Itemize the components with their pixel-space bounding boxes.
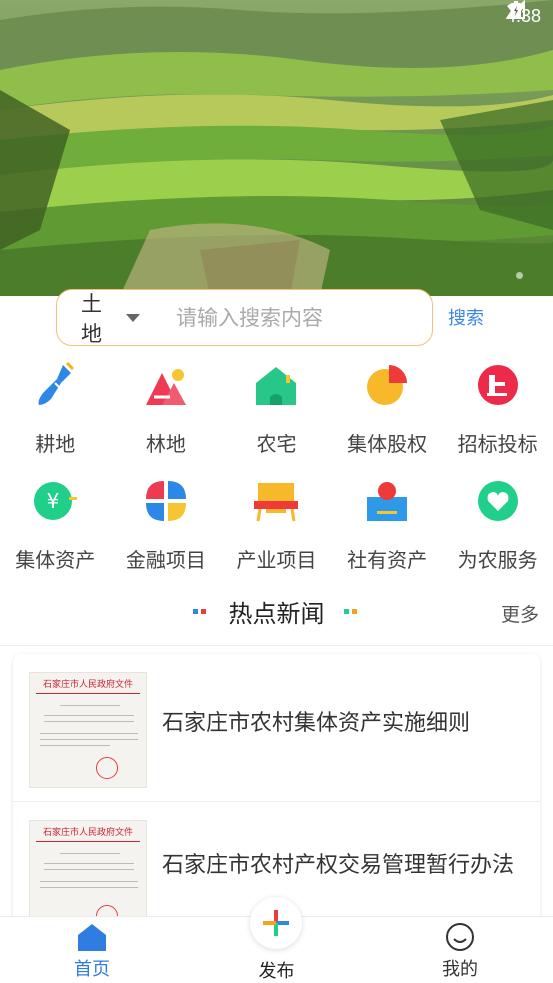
smiley-icon: [446, 923, 474, 951]
category-label: 招标投标: [457, 432, 538, 456]
category-finance[interactable]: 金融项目: [111, 473, 222, 589]
terraced-fields-image: [0, 0, 553, 296]
home-icon: [78, 924, 106, 951]
status-bar: 4:38: [505, 0, 553, 32]
forest-icon: [145, 369, 186, 405]
category-bidding[interactable]: 招标投标: [442, 357, 553, 473]
hero-banner[interactable]: 4:38: [0, 0, 553, 296]
industry-table-icon: [254, 483, 299, 522]
search-input[interactable]: [140, 290, 444, 345]
gavel-icon: [477, 365, 518, 405]
category-label: 农宅: [256, 432, 297, 456]
category-grid: 耕地 林地 农宅 集体股权 招标投标 ¥ 集体资产 金融项目 产业项目 社有资产…: [0, 357, 553, 589]
news-headline: 石家庄市农村产权交易管理暂行办法: [162, 853, 515, 878]
news-list: 石家庄市人民政府文件 石家庄市农村集体资产实施细则 石家庄市人民政府文件 石家庄…: [13, 654, 540, 934]
carousel-indicator[interactable]: [516, 272, 523, 279]
app-screen: 4:38 土地 搜索 耕地: [0, 0, 553, 983]
category-collective-assets[interactable]: ¥ 集体资产: [0, 473, 111, 589]
category-forest[interactable]: 林地: [111, 357, 222, 473]
category-farm-service[interactable]: 为农服务: [442, 473, 553, 589]
finance-petals-icon: [145, 481, 186, 521]
category-dropdown[interactable]: 土地: [57, 290, 140, 346]
plus-icon: [263, 910, 289, 936]
publish-button[interactable]: [250, 897, 302, 949]
category-collective-equity[interactable]: 集体股权: [332, 357, 443, 473]
news-section-header: 热点新闻 更多: [0, 590, 553, 636]
more-news-link[interactable]: 更多: [501, 600, 539, 627]
category-farmland[interactable]: 耕地: [0, 357, 111, 473]
doc-header-text: 石家庄市人民政府文件: [42, 828, 133, 838]
title-decoration: [344, 609, 357, 614]
search-bar: 土地: [56, 289, 444, 346]
news-thumbnail: 石家庄市人民政府文件: [29, 672, 147, 788]
category-label: 为农服务: [457, 548, 538, 572]
battery-icon: [510, 1, 521, 19]
category-industry[interactable]: 产业项目: [221, 473, 332, 589]
yuan-coin-icon: ¥: [34, 482, 78, 520]
assets-box-icon: [367, 482, 408, 521]
category-label: 林地: [145, 432, 186, 456]
category-label: 社有资产: [347, 548, 428, 572]
news-item[interactable]: 石家庄市人民政府文件 石家庄市农村集体资产实施细则: [13, 654, 540, 802]
news-headline: 石家庄市农村集体资产实施细则: [162, 711, 471, 736]
category-label: 金融项目: [125, 548, 206, 572]
category-label: 耕地: [35, 432, 76, 456]
divider: [0, 645, 553, 646]
category-label: 产业项目: [236, 548, 317, 572]
nav-publish-label[interactable]: 发布: [0, 957, 553, 983]
category-label: 集体资产: [15, 548, 96, 572]
svg-text:¥: ¥: [47, 489, 60, 513]
chevron-down-icon: [126, 313, 140, 322]
search-button[interactable]: 搜索: [448, 304, 484, 330]
pie-chart-icon: [367, 365, 408, 405]
news-section-title: 热点新闻: [228, 600, 325, 628]
doc-header-text: 石家庄市人民政府文件: [42, 680, 133, 690]
shovel-icon: [38, 361, 75, 405]
category-label: 集体股权: [347, 432, 428, 456]
category-cooperative-assets[interactable]: 社有资产: [332, 473, 443, 589]
heart-service-icon: [477, 481, 518, 521]
category-selected: 土地: [81, 291, 102, 346]
category-rural-house[interactable]: 农宅: [221, 357, 332, 473]
house-icon: [256, 367, 297, 405]
